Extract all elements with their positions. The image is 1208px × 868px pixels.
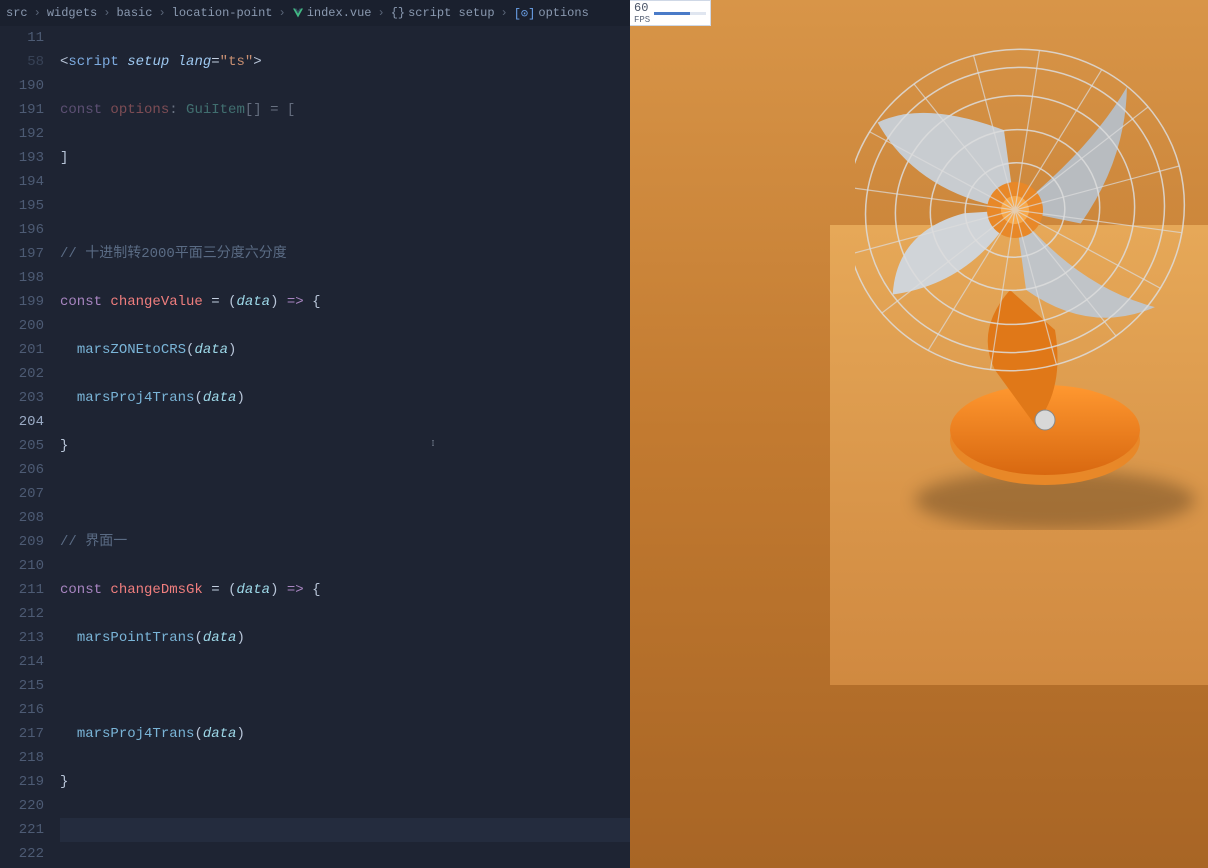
- code-line: marsProj4Trans(data): [60, 722, 630, 746]
- chevron-right-icon: ›: [34, 6, 41, 20]
- chevron-right-icon: ›: [501, 6, 508, 20]
- line-number: 208: [0, 506, 44, 530]
- code-line: [60, 674, 630, 698]
- code-line: marsPointTrans(data): [60, 626, 630, 650]
- code-line: }: [60, 770, 630, 794]
- chevron-right-icon: ›: [378, 6, 385, 20]
- fan-3d-model[interactable]: [855, 30, 1208, 530]
- fps-value: 60: [634, 1, 650, 15]
- code-line: [60, 818, 630, 842]
- line-number: 200: [0, 314, 44, 338]
- line-number: 214: [0, 650, 44, 674]
- code-line: <script setup lang="ts">: [60, 50, 630, 74]
- code-content[interactable]: <script setup lang="ts"> const options: …: [60, 26, 630, 868]
- code-line: // 界面一: [60, 530, 630, 554]
- code-line: ]: [60, 146, 630, 170]
- fps-overlay: 60 FPS: [630, 0, 711, 26]
- code-line: marsZONEtoCRS(data): [60, 338, 630, 362]
- fps-bar: [654, 12, 706, 15]
- line-number: 219: [0, 770, 44, 794]
- code-line: [60, 482, 630, 506]
- code-line: // 十进制转2000平面三分度六分度: [60, 242, 630, 266]
- line-number: 215: [0, 674, 44, 698]
- line-number: 206: [0, 458, 44, 482]
- line-number: 211: [0, 578, 44, 602]
- line-number: 221: [0, 818, 44, 842]
- line-number: 212: [0, 602, 44, 626]
- line-number: 198: [0, 266, 44, 290]
- line-number: 207: [0, 482, 44, 506]
- line-number: 58: [0, 50, 44, 74]
- breadcrumb-item-file[interactable]: index.vue: [292, 6, 372, 20]
- breadcrumb: src › widgets › basic › location-point ›…: [0, 0, 630, 26]
- line-number: 209: [0, 530, 44, 554]
- code-line: const changeValue = (data) => {: [60, 290, 630, 314]
- chevron-right-icon: ›: [103, 6, 110, 20]
- line-number: 205: [0, 434, 44, 458]
- code-line: }: [60, 434, 630, 458]
- breadcrumb-item-basic[interactable]: basic: [116, 6, 152, 20]
- line-number: 203: [0, 386, 44, 410]
- line-number: 191: [0, 98, 44, 122]
- line-number: 210: [0, 554, 44, 578]
- line-number: 218: [0, 746, 44, 770]
- vue-icon: [292, 7, 304, 19]
- breadcrumb-item-location-point[interactable]: location-point: [172, 6, 273, 20]
- fps-label: FPS: [634, 15, 650, 25]
- breadcrumb-item-options[interactable]: [⊙] options: [514, 6, 589, 21]
- line-number: 190: [0, 74, 44, 98]
- line-number: 222: [0, 842, 44, 866]
- editor-pane: src › widgets › basic › location-point ›…: [0, 0, 630, 868]
- chevron-right-icon: ›: [278, 6, 285, 20]
- code-editor[interactable]: 11 58 190 191 192 193 194 195 196 197 19…: [0, 26, 630, 868]
- code-line: const changeDmsGk = (data) => {: [60, 578, 630, 602]
- line-number: 193: [0, 146, 44, 170]
- line-number: 220: [0, 794, 44, 818]
- line-number: 197: [0, 242, 44, 266]
- line-number: 195: [0, 194, 44, 218]
- line-number: 192: [0, 122, 44, 146]
- braces-icon: {}: [391, 6, 405, 20]
- line-number: 217: [0, 722, 44, 746]
- line-number: 194: [0, 170, 44, 194]
- preview-pane[interactable]: 60 FPS: [630, 0, 1208, 868]
- line-number: 204: [0, 410, 44, 434]
- code-line: marsProj4Trans(data): [60, 386, 630, 410]
- line-number-gutter: 11 58 190 191 192 193 194 195 196 197 19…: [0, 26, 60, 868]
- breadcrumb-item-widgets[interactable]: widgets: [47, 6, 97, 20]
- chevron-right-icon: ›: [158, 6, 165, 20]
- breadcrumb-item-src[interactable]: src: [6, 6, 28, 20]
- line-number: 213: [0, 626, 44, 650]
- line-number: 196: [0, 218, 44, 242]
- line-number: 202: [0, 362, 44, 386]
- breadcrumb-item-script-setup[interactable]: {} script setup: [391, 6, 495, 20]
- text-cursor-icon: [432, 434, 434, 452]
- line-number: 216: [0, 698, 44, 722]
- brackets-icon: [⊙]: [514, 6, 536, 21]
- code-line: [60, 194, 630, 218]
- line-number: 201: [0, 338, 44, 362]
- line-number: 11: [0, 26, 44, 50]
- line-number: 199: [0, 290, 44, 314]
- code-line: const options: GuiItem[] = [: [60, 98, 630, 122]
